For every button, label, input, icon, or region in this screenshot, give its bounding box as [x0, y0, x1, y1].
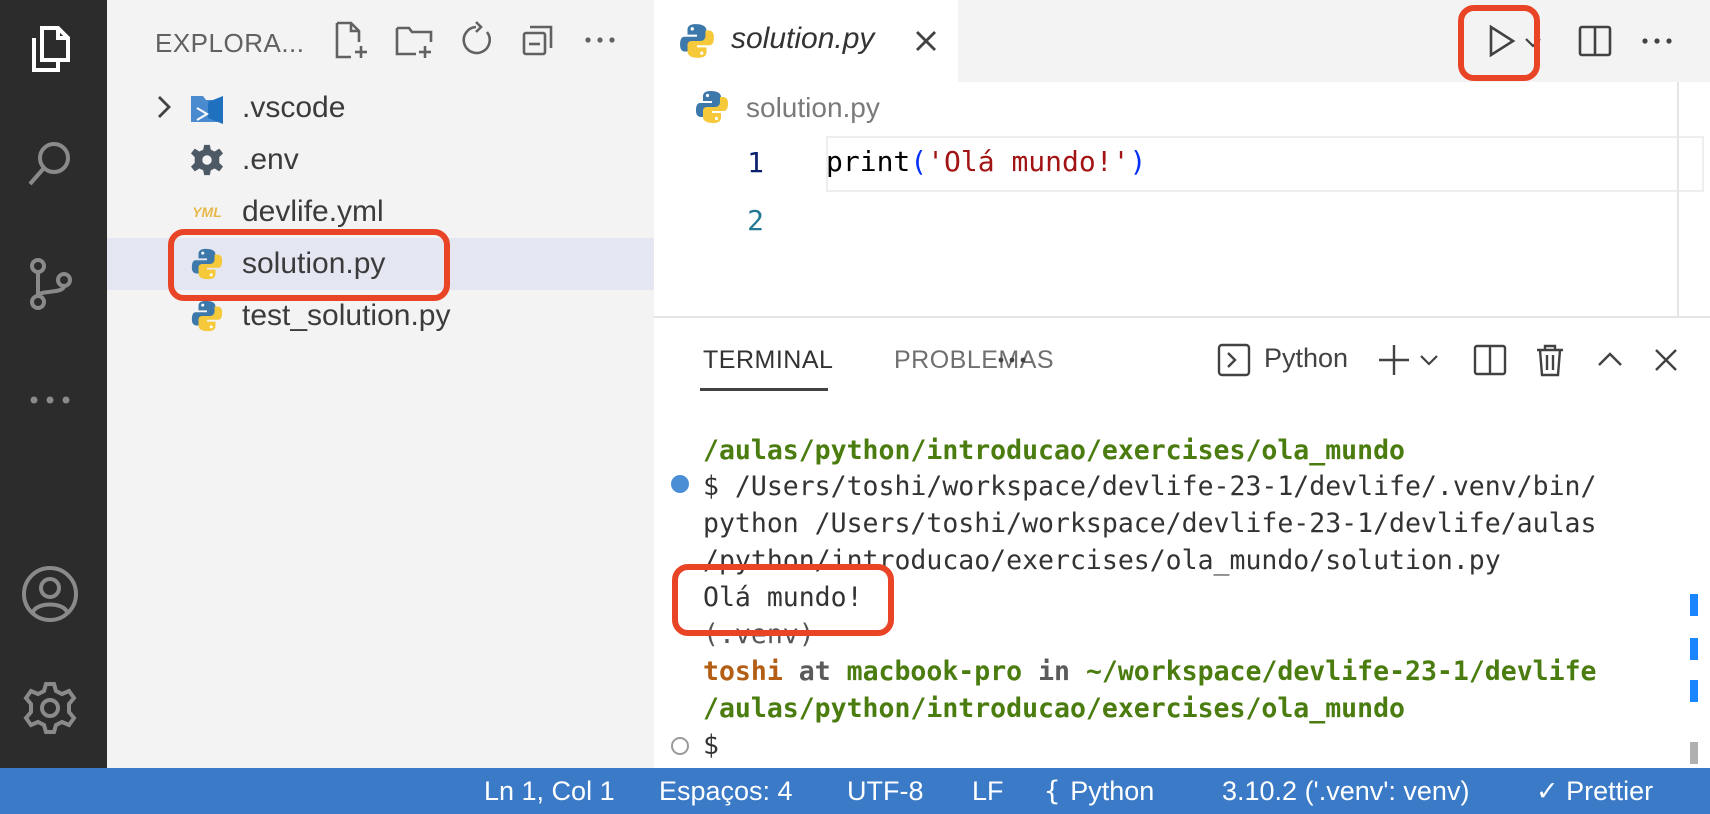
terminal-name: Python [1264, 343, 1349, 373]
close-panel-button[interactable] [1644, 338, 1688, 382]
prompt-user: toshi [703, 656, 783, 687]
breadcrumb-label: solution.py [746, 92, 880, 123]
explorer-title: EXPLORA... [155, 28, 305, 58]
python-icon [189, 298, 225, 334]
panel-more-button[interactable] [990, 338, 1034, 382]
status-interpreter[interactable]: 3.10.2 ('.venv': venv) [1222, 776, 1469, 807]
terminal-scrollbar[interactable] [1690, 742, 1698, 764]
explorer-sidebar: EXPLORA... .vscode .env YML devlife.yml … [107, 0, 654, 768]
chevron-up-icon [1598, 352, 1622, 366]
highlight-solution-file [168, 229, 450, 301]
plus-icon [1379, 345, 1409, 375]
tab-label: solution.py [731, 22, 875, 55]
python-icon [680, 24, 714, 58]
tree-item-vscode[interactable]: .vscode [107, 82, 654, 134]
terminal-selector-button[interactable] [1212, 338, 1256, 382]
more-icon [1642, 38, 1672, 44]
prompt-host: macbook-pro [846, 656, 1023, 687]
editor-more-button[interactable] [1634, 18, 1680, 64]
code-paren-token: ) [1129, 145, 1147, 178]
formatter-label: Prettier [1566, 776, 1654, 806]
breadcrumb[interactable]: solution.py [654, 82, 1710, 132]
status-bar: Ln 1, Col 1 Espaços: 4 UTF-8 LF {Python … [0, 768, 1710, 814]
status-indentation[interactable]: Espaços: 4 [659, 776, 793, 807]
language-label: Python [1070, 776, 1155, 806]
collapse-all-icon[interactable] [516, 18, 560, 62]
refresh-icon[interactable] [454, 18, 498, 62]
editor-scrollbar[interactable] [1677, 82, 1679, 316]
new-terminal-button[interactable] [1372, 338, 1416, 382]
terminal-line: /aulas/python/introducao/exercises/ola_m… [703, 693, 1405, 724]
kill-terminal-button[interactable] [1528, 338, 1572, 382]
more-actions-icon[interactable] [578, 18, 622, 62]
new-file-icon[interactable] [329, 18, 373, 62]
empty-decoration-icon[interactable] [671, 737, 689, 755]
highlight-run-button [1458, 5, 1540, 81]
status-language[interactable]: { Python [1044, 776, 1154, 807]
terminal-icon [1217, 343, 1251, 377]
terminal-input[interactable]: $ [703, 730, 719, 761]
terminal-line: $ /Users/toshi/workspace/devlife-23-1/de… [703, 471, 1597, 502]
source-control-icon[interactable] [18, 252, 82, 316]
chevron-right-icon [158, 96, 171, 118]
more-icon[interactable] [18, 368, 82, 432]
tree-item-env[interactable]: .env [107, 134, 654, 186]
gear-icon[interactable] [18, 676, 82, 740]
status-prettier[interactable]: ✓ Prettier [1536, 776, 1653, 807]
yml-file-icon: YML [189, 194, 225, 230]
chevron-down-icon [1420, 355, 1438, 366]
maximize-panel-button[interactable] [1588, 338, 1632, 382]
line-number: 2 [747, 204, 764, 237]
terminal-prompt: toshi at macbook-pro in ~/workspace/devl… [703, 656, 1596, 687]
prompt-in: in [1022, 656, 1086, 687]
gear-file-icon [189, 142, 225, 178]
prompt-at: at [782, 656, 847, 687]
scroll-marker [1690, 638, 1698, 660]
terminal-line: /aulas/python/introducao/exercises/ola_m… [703, 435, 1405, 466]
trash-icon [1537, 344, 1563, 377]
code-function-token: print [826, 145, 911, 178]
split-editor-icon [1578, 25, 1612, 57]
activity-bar [0, 0, 107, 768]
scroll-marker [1690, 680, 1698, 702]
tab-terminal[interactable]: TERMINAL [703, 346, 833, 375]
search-icon[interactable] [18, 132, 82, 196]
code-line[interactable]: print('Olá mundo!') [826, 145, 1146, 178]
split-icon [1473, 344, 1507, 376]
close-icon [1655, 349, 1677, 371]
status-encoding[interactable]: UTF-8 [847, 776, 924, 807]
code-paren-token: ( [910, 145, 928, 178]
explorer-icon[interactable] [18, 18, 82, 82]
line-number: 1 [747, 146, 764, 179]
status-eol[interactable]: LF [972, 776, 1004, 807]
terminal-line: python /Users/toshi/workspace/devlife-23… [703, 508, 1597, 539]
braces-icon: { [1044, 776, 1061, 807]
tree-item-label: test_solution.py [242, 299, 451, 332]
active-tab-indicator [700, 388, 828, 391]
editor-area: solution.py solution.py 1 2 print('Olá m… [654, 0, 1710, 316]
yml-badge: YML [192, 204, 222, 220]
code-string-token: 'Olá mundo!' [927, 145, 1130, 178]
python-icon [696, 91, 728, 123]
tree-item-label: .env [242, 143, 299, 176]
check-icon: ✓ [1536, 776, 1559, 806]
explorer-header: EXPLORA... [107, 0, 654, 82]
vscode-folder-icon [189, 90, 225, 126]
split-terminal-button[interactable] [1468, 338, 1512, 382]
tree-item-label: .vscode [242, 91, 346, 124]
scroll-marker [1690, 594, 1698, 616]
terminal-dropdown-button[interactable] [1414, 338, 1444, 382]
tree-item-label: devlife.yml [242, 195, 384, 228]
split-editor-button[interactable] [1572, 18, 1618, 64]
new-folder-icon[interactable] [392, 18, 436, 62]
prompt-path: ~/workspace/devlife-23-1/devlife [1085, 656, 1597, 687]
more-icon [998, 357, 1026, 363]
highlight-output [672, 564, 894, 636]
command-decoration-icon[interactable] [671, 475, 689, 493]
status-cursor-position[interactable]: Ln 1, Col 1 [484, 776, 615, 807]
close-icon[interactable] [909, 24, 943, 58]
editor-tabs-bar: solution.py [654, 0, 1710, 82]
tab-solution-py[interactable]: solution.py [654, 0, 958, 82]
account-icon[interactable] [18, 562, 82, 626]
